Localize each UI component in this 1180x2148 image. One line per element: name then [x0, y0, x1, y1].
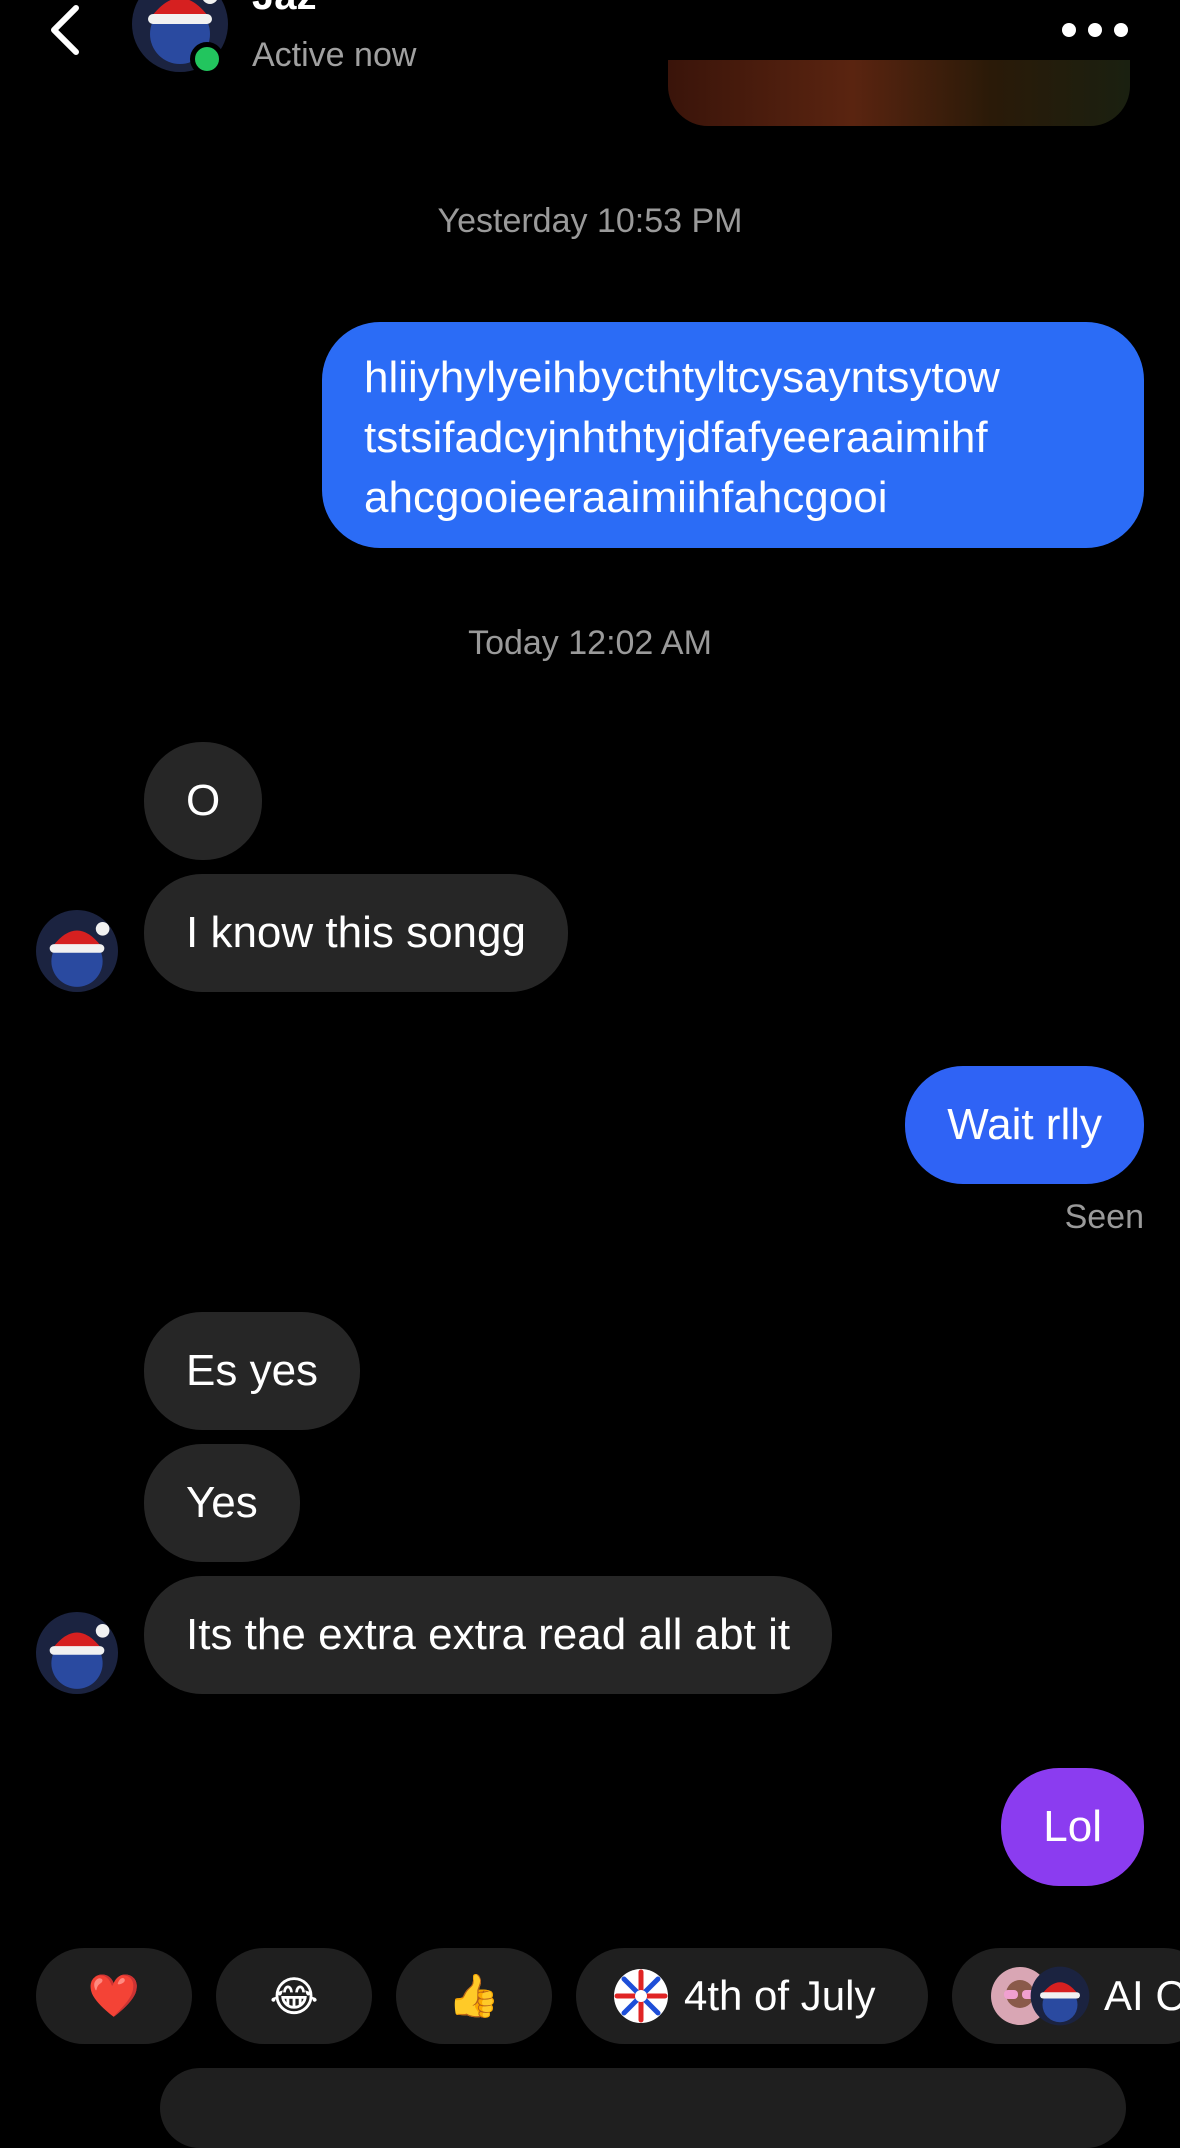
- sender-avatar[interactable]: [36, 1612, 118, 1694]
- message-line: hliiyhylyeihbycthtyltcysayntsytow: [364, 353, 1000, 402]
- incoming-message[interactable]: Es yes: [144, 1312, 361, 1430]
- ai-avatars: [990, 1965, 1094, 2027]
- timestamp: Today 12:02 AM: [468, 624, 712, 662]
- timestamp: Yesterday 10:53 PM: [437, 202, 743, 240]
- avatar-image: [36, 910, 118, 992]
- quick-reply-ai[interactable]: AI C: [952, 1948, 1180, 2044]
- previous-media-attachment[interactable]: [668, 60, 1130, 126]
- incoming-message[interactable]: I know this songg: [144, 874, 568, 992]
- message-line: tstsifadcyjnhthtyjdfafyeeraaimihf: [364, 413, 988, 462]
- back-button[interactable]: [40, 2, 92, 58]
- incoming-message[interactable]: Yes: [144, 1444, 300, 1562]
- incoming-message[interactable]: O: [144, 742, 263, 860]
- message-composer[interactable]: [160, 2068, 1126, 2148]
- quick-reply-thumbs-up[interactable]: 👍: [396, 1948, 552, 2044]
- outgoing-message[interactable]: hliiyhylyeihbycthtyltcysayntsytow tstsif…: [322, 322, 1144, 548]
- firework-icon: [614, 1969, 668, 2023]
- sender-avatar[interactable]: [36, 910, 118, 992]
- heart-icon: ❤️: [87, 1971, 141, 2019]
- quick-reply-laugh[interactable]: 😂: [216, 1948, 372, 2044]
- more-options-button[interactable]: [1062, 18, 1128, 42]
- seen-receipt: Seen: [1064, 1198, 1144, 1236]
- message-line: ahcgooieeraaimiihfahcgooi: [364, 473, 888, 522]
- quick-reply-4th-of-july[interactable]: 4th of July: [576, 1948, 928, 2044]
- outgoing-message[interactable]: Wait rlly: [905, 1066, 1144, 1184]
- quick-reply-label: 4th of July: [684, 1972, 876, 2019]
- more-horizontal-icon: [1062, 23, 1076, 37]
- incoming-message[interactable]: Its the extra extra read all abt it: [144, 1576, 833, 1694]
- active-status: Active now: [252, 36, 417, 74]
- outgoing-message[interactable]: Lol: [1001, 1768, 1144, 1886]
- contact-name[interactable]: Jaz: [252, 0, 317, 19]
- quick-reply-heart[interactable]: ❤️: [36, 1948, 192, 2044]
- online-status-dot: [190, 42, 224, 76]
- laughing-face-icon: 😂: [269, 1972, 319, 2020]
- quick-reply-label: AI C: [1104, 1972, 1180, 2019]
- thumbs-up-icon: 👍: [447, 1971, 501, 2019]
- avatar-image: [36, 1612, 118, 1694]
- avatar-image: [1030, 1966, 1090, 2026]
- chevron-left-icon: [51, 5, 79, 55]
